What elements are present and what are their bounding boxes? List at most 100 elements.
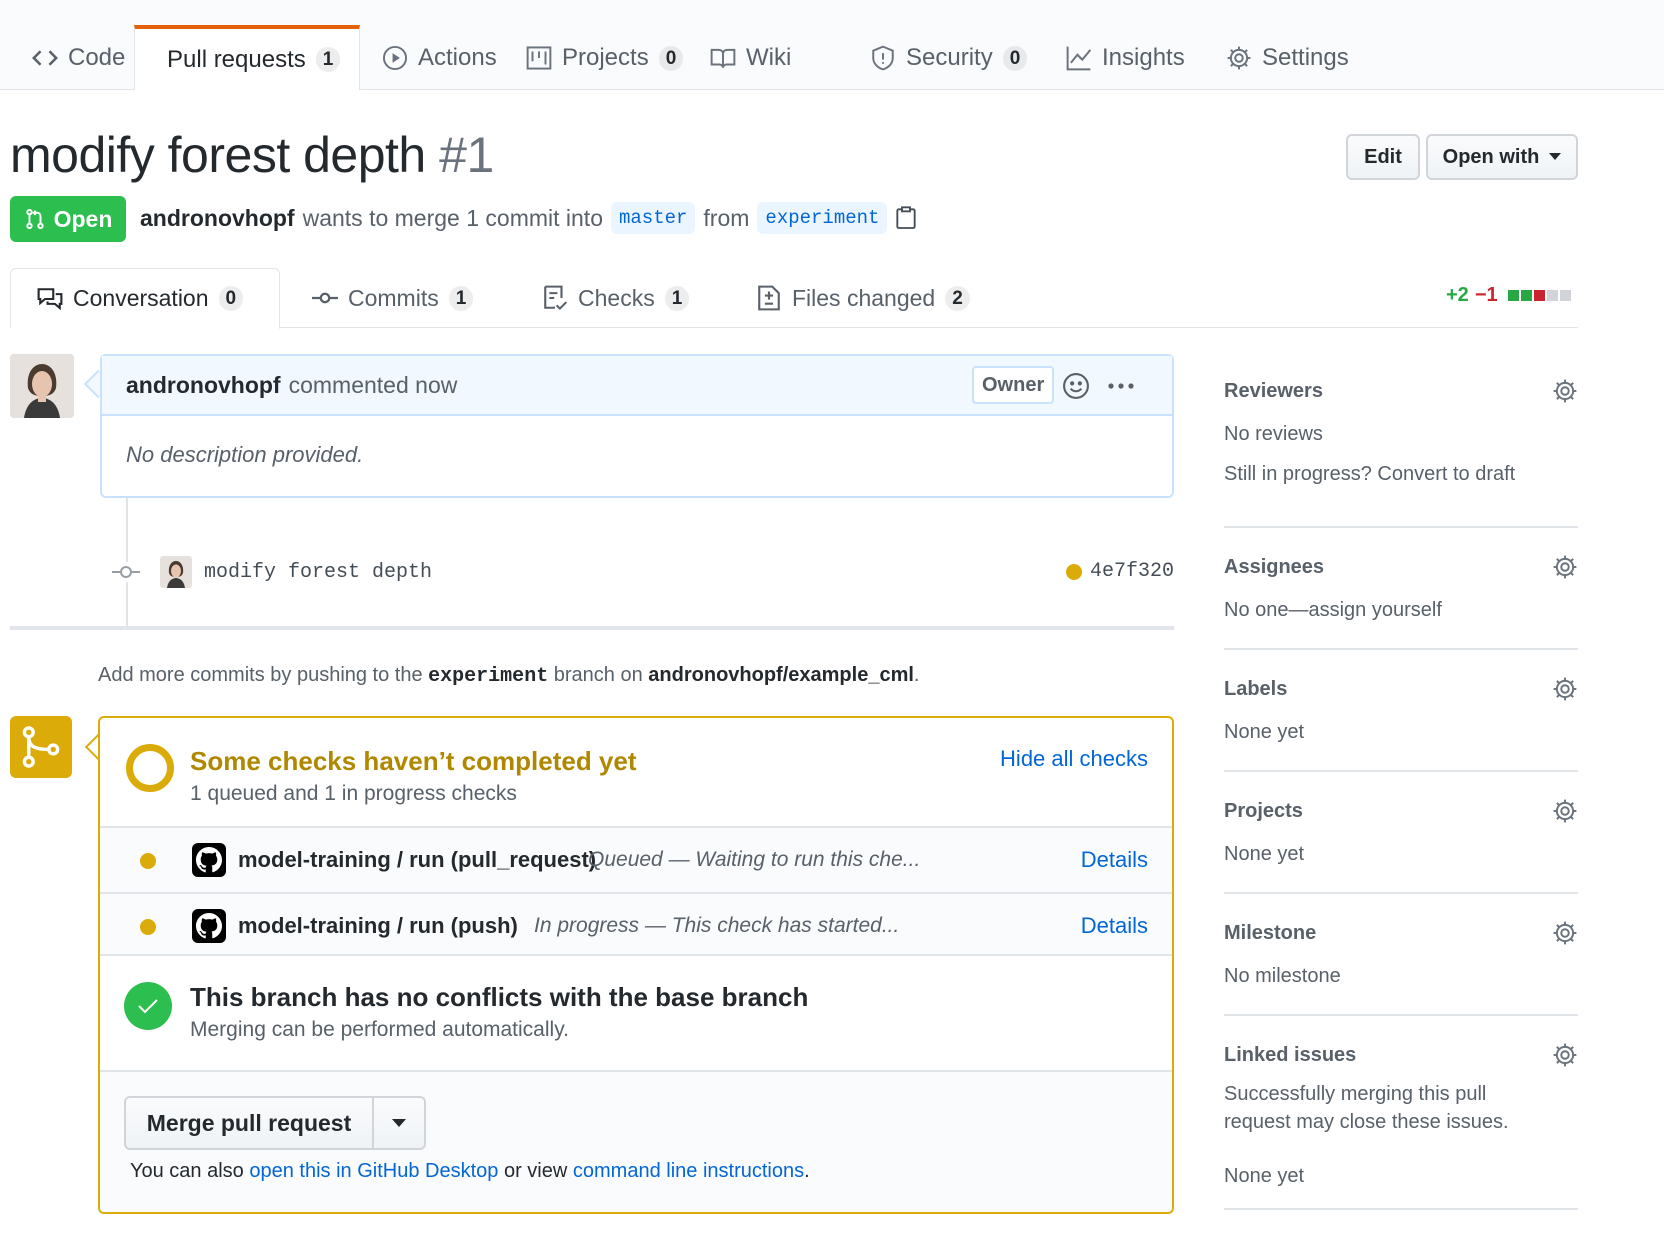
help-text: You can also [130,1160,244,1182]
sidebar-heading[interactable]: Linked issues [1224,1044,1356,1067]
push-hint: Add more commits by pushing to the exper… [98,664,919,688]
assign-yourself-link[interactable]: No one—assign yourself [1224,596,1442,624]
repo-tab-label: Actions [418,44,497,71]
check-status: In progress — This check has started... [534,914,900,937]
tab-checks[interactable]: Checks 1 [516,268,715,328]
play-icon [382,45,408,71]
tab-files-changed[interactable]: Files changed 2 [730,268,996,328]
push-hint-period: . [913,664,920,686]
tab-counter: 1 [448,285,474,311]
repo-tab-security[interactable]: Security 0 [848,26,1049,90]
check-circle-icon [124,982,172,1030]
comment-box: andronovhopf commented now Owner No desc… [100,354,1174,498]
in-progress-status-dot [140,919,156,935]
tab-counter: 2 [945,285,970,311]
tab-counter: 0 [218,286,244,311]
sidebar-heading[interactable]: Reviewers [1224,380,1323,403]
avatar[interactable] [10,354,74,418]
repo-nav: Code Pull requests 1 Actions Projects 0 … [0,0,1664,90]
smiley-icon[interactable] [1062,372,1090,400]
check-name: model-training / run (push) [238,913,518,938]
edit-button-label: Edit [1364,145,1402,168]
sidebar-heading[interactable]: Labels [1224,678,1287,701]
file-diff-icon [758,285,780,311]
pending-ring-icon [126,744,174,792]
author-link[interactable]: andronovhopf [140,205,295,232]
diffstat-block [1533,290,1545,301]
status-badge: Open [10,196,126,242]
open-with-button[interactable]: Open with [1426,134,1578,180]
comment-action: commented now [288,371,458,398]
page-title: modify forest depth #1 [10,126,494,184]
check-item: model-training / run (pull_request) Queu… [100,826,1172,892]
pending-status-dot[interactable] [1065,563,1082,580]
commit-message[interactable]: modify forest depth [204,561,432,584]
sidebar-heading[interactable]: Projects [1224,800,1303,823]
projects-count-badge: 0 [658,45,684,71]
commit-sha[interactable]: 4e7f320 [1090,560,1174,583]
gear-icon[interactable] [1552,554,1578,580]
sidebar-reviewers: Reviewers No reviews Still in progress? … [1224,378,1578,528]
gear-icon[interactable] [1552,1042,1578,1068]
project-icon [526,46,552,70]
repo-tab-label: Security [906,44,993,71]
tab-label: Conversation [73,285,209,311]
check-name: model-training / run (pull_request) [238,847,597,872]
repo-tab-label: Projects [562,44,649,71]
github-logo-icon [192,909,226,943]
tab-conversation[interactable]: Conversation 0 [10,268,280,329]
sidebar-value: No milestone [1224,965,1341,987]
head-branch[interactable]: experiment [757,202,888,234]
repo-tab-pull-requests[interactable]: Pull requests 1 [134,25,360,90]
sidebar-value: None yet [1224,721,1305,743]
check-details-link[interactable]: Details [1081,913,1148,939]
repo-tab-insights[interactable]: Insights [1044,26,1207,90]
status-label: Open [53,205,113,232]
repo-tab-label: Settings [1262,44,1349,71]
sidebar-value: None yet [1224,843,1305,865]
merge-button-group: Merge pull request [124,1096,426,1150]
tab-commits[interactable]: Commits 1 [286,268,499,328]
gear-icon [1227,46,1251,70]
kebab-horizontal-icon[interactable] [1106,372,1136,400]
caret-down-icon [392,1119,406,1127]
check-details-link[interactable]: Details [1081,847,1148,873]
gear-icon[interactable] [1552,676,1578,702]
comment-author[interactable]: andronovhopf [126,372,281,399]
commit-item: modify forest depth 4e7f320 [112,556,1174,588]
repo-tab-actions[interactable]: Actions [360,26,519,90]
merge-pull-request-button[interactable]: Merge pull request [126,1098,374,1148]
repo-tab-projects[interactable]: Projects 0 [504,26,705,90]
hide-all-checks-link[interactable]: Hide all checks [1000,746,1148,772]
sidebar-value: None yet [1224,1165,1305,1187]
graph-icon [1066,46,1092,71]
sidebar-heading[interactable]: Assignees [1224,556,1324,579]
base-branch[interactable]: master [611,202,696,234]
sidebar-labels: Labels None yet [1224,676,1578,772]
code-icon [32,50,58,66]
gear-icon[interactable] [1552,378,1578,404]
repo-tab-code[interactable]: Code [10,26,147,90]
push-hint-repo: andronovhopf/example_cml [648,664,914,686]
merge-method-dropdown[interactable] [374,1098,424,1148]
gear-icon[interactable] [1552,798,1578,824]
edit-button[interactable]: Edit [1346,134,1420,180]
checks-title: Some checks haven’t completed yet [190,746,637,776]
sidebar-value: No reviews [1224,423,1323,445]
tab-counter: 1 [664,285,690,311]
repo-tab-wiki[interactable]: Wiki [688,26,813,90]
git-pull-request-icon [25,208,44,230]
sidebar-milestone: Milestone No milestone [1224,920,1578,1016]
convert-to-draft-link[interactable]: Still in progress? Convert to draft [1224,460,1515,488]
push-hint-text: Add more commits by pushing to the [98,664,423,686]
command-line-instructions-link[interactable]: command line instructions [573,1160,804,1182]
shield-icon [872,45,894,71]
gear-icon[interactable] [1552,920,1578,946]
open-with-label: Open with [1442,145,1540,168]
sidebar-heading[interactable]: Milestone [1224,922,1316,945]
clipboard-icon[interactable] [895,206,917,230]
queued-status-dot [140,853,156,869]
repo-tab-settings[interactable]: Settings [1204,26,1371,90]
commit-avatar[interactable] [160,556,192,588]
open-in-desktop-link[interactable]: open this in GitHub Desktop [249,1160,498,1182]
